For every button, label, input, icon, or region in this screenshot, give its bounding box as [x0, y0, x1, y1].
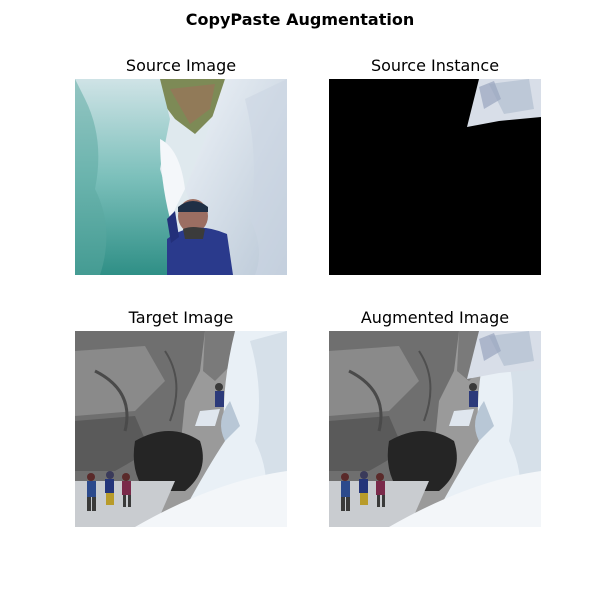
target-image: [75, 331, 287, 527]
panel-title-augmented-image: Augmented Image: [360, 308, 510, 327]
target-image-panel: [75, 331, 287, 527]
people-group: [87, 471, 131, 511]
people-group: [341, 471, 385, 511]
panel-title-target-image: Target Image: [128, 308, 234, 327]
source-image-panel: [75, 79, 287, 275]
augmented-image: [329, 331, 541, 527]
panel-title-source-image: Source Image: [125, 56, 237, 75]
source-image: [75, 79, 287, 275]
augmented-image-panel: [329, 331, 541, 527]
figure-title: CopyPaste Augmentation: [185, 10, 415, 29]
panel-title-source-instance: Source Instance: [370, 56, 500, 75]
source-instance-mask: [329, 79, 541, 275]
source-instance-panel: [329, 79, 541, 275]
